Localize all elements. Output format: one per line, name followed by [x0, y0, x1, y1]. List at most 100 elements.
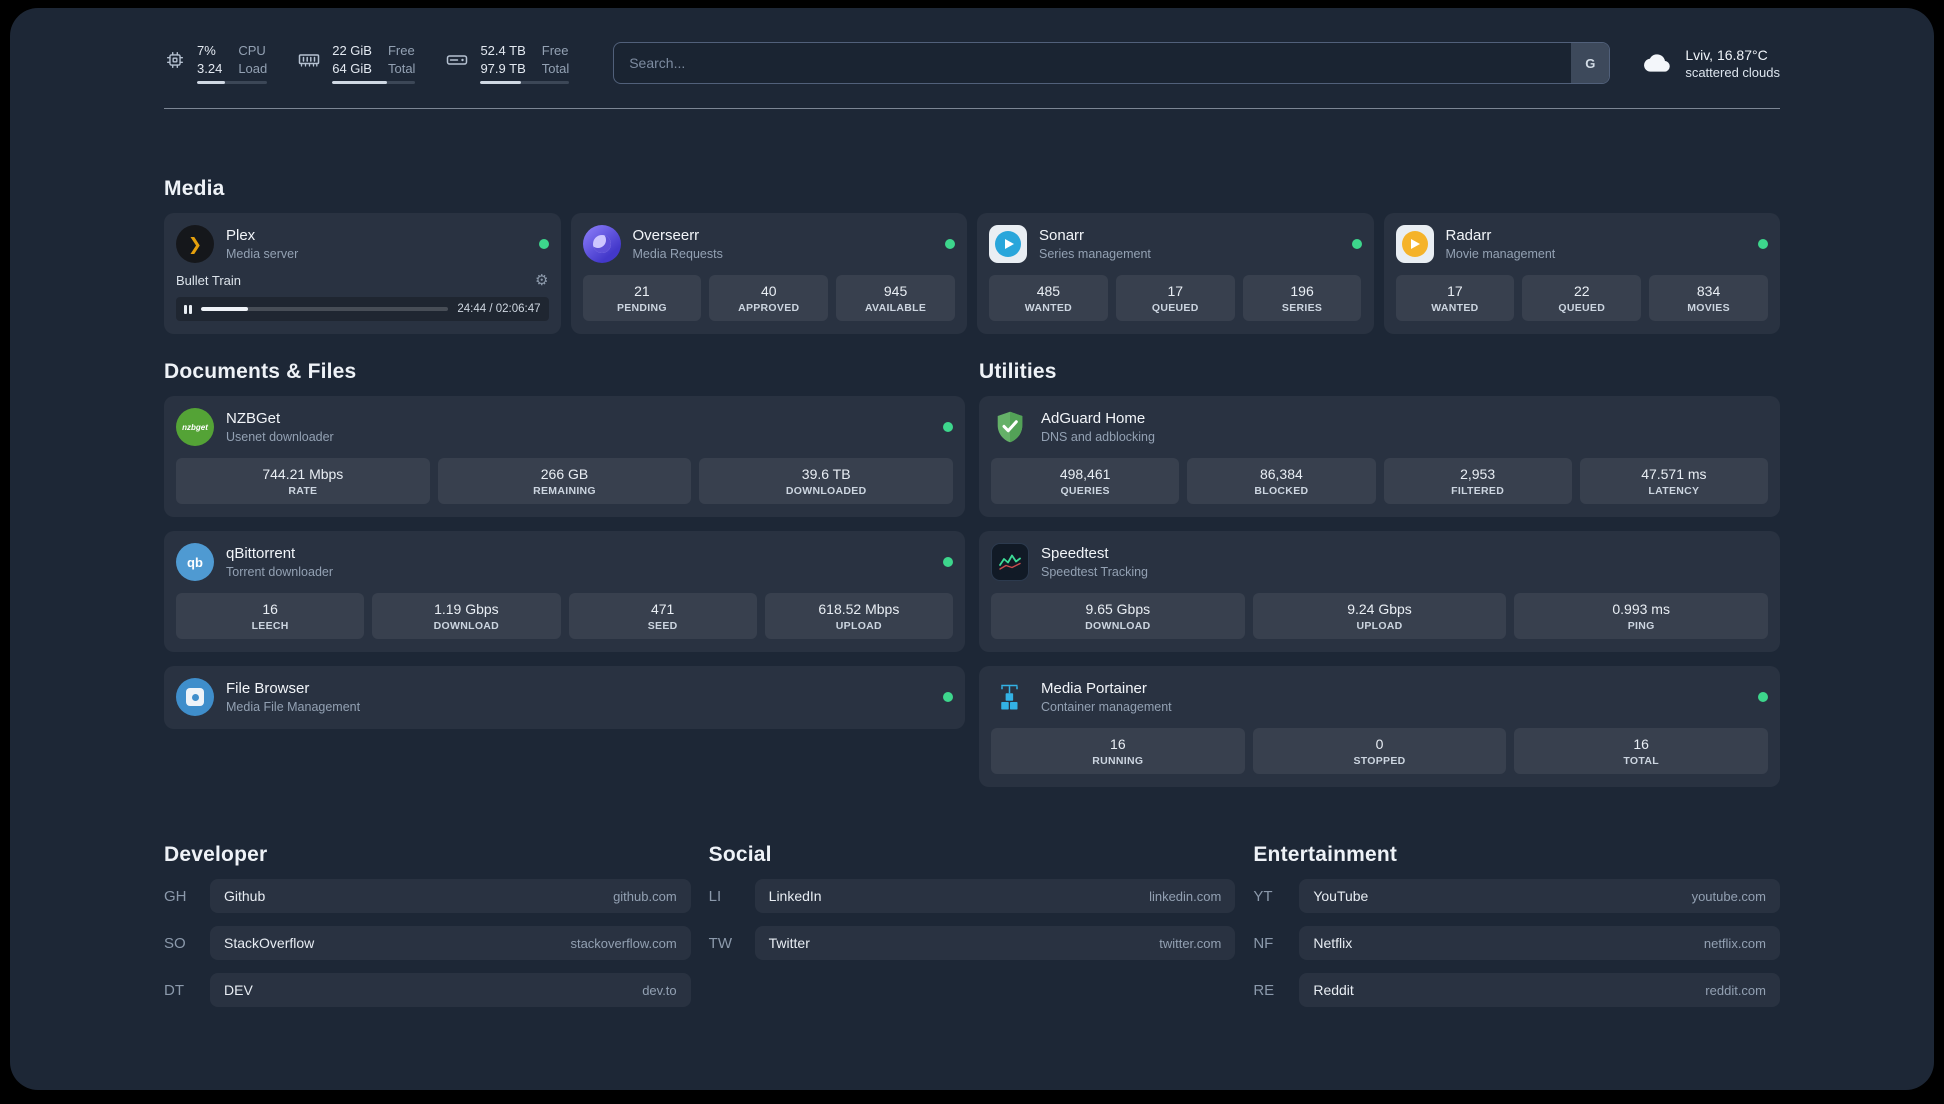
bookmark-row: RE Reddit reddit.com	[1253, 973, 1780, 1008]
service-card-portainer[interactable]: Media Portainer Container management 16 …	[979, 666, 1780, 788]
status-dot	[943, 557, 953, 568]
service-subtitle: Usenet downloader	[226, 430, 334, 445]
stat-value: 0	[1375, 736, 1384, 753]
bookmark-group-developer: Developer GH Github github.com SO StackO…	[164, 843, 691, 1020]
service-card-filebrowser[interactable]: File Browser Media File Management	[164, 666, 965, 730]
disk-usage-bar	[480, 81, 570, 85]
stat-value: 17	[1167, 283, 1184, 300]
service-card-adguard[interactable]: AdGuard Home DNS and adblocking 498,461 …	[979, 396, 1780, 518]
stat-box: 9.65 Gbps DOWNLOAD	[991, 593, 1245, 640]
service-title: Speedtest	[1041, 545, 1109, 563]
bookmark-link-dev[interactable]: DEV dev.to	[210, 973, 691, 1008]
social-heading: Social	[708, 843, 772, 867]
service-title: Overseerr	[632, 227, 700, 245]
stat-box: 0 STOPPED	[1252, 728, 1507, 775]
stat-label: WANTED	[1024, 302, 1073, 315]
service-subtitle: Series management	[1039, 247, 1151, 262]
stat-box: 471 SEED	[568, 593, 757, 640]
qbittorrent-icon: qb	[176, 543, 214, 582]
pause-icon[interactable]	[184, 304, 192, 314]
service-subtitle: Media Requests	[632, 247, 723, 262]
portainer-icon	[991, 678, 1029, 716]
disk-free-label: Free	[541, 43, 569, 58]
section-bookmarks: Developer GH Github github.com SO StackO…	[164, 843, 1780, 1050]
service-card-speedtest[interactable]: Speedtest Speedtest Tracking 9.65 Gbps D…	[979, 531, 1780, 653]
stat-label: QUERIES	[1060, 485, 1110, 498]
stat-box: 834 MOVIES	[1649, 275, 1768, 322]
stat-box: 21 PENDING	[582, 275, 702, 322]
stat-value: 744.21 Mbps	[262, 466, 344, 483]
stat-label: UPLOAD	[1356, 620, 1403, 633]
service-card-qbittorrent[interactable]: qb qBittorrent Torrent downloader 16 LEE…	[164, 531, 965, 653]
playback-progress[interactable]	[201, 307, 449, 312]
cpu-load-value: 3.24	[197, 60, 223, 76]
radarr-icon	[1395, 225, 1434, 264]
bookmark-link-youtube[interactable]: YouTube youtube.com	[1299, 879, 1780, 914]
disk-icon	[445, 42, 469, 78]
service-card-overseerr[interactable]: Overseerr Media Requests 21 PENDING 40 A…	[570, 213, 967, 335]
cloud-icon	[1640, 50, 1674, 76]
stat-value: 0.993 ms	[1612, 601, 1670, 618]
stat-box: 485 WANTED	[989, 275, 1108, 322]
bookmark-group-entertainment: Entertainment YT YouTube youtube.com NF …	[1253, 843, 1780, 1020]
cpu-widget: 7% CPU 3.24 Load	[164, 42, 268, 85]
bookmark-abbr: TW	[708, 934, 732, 952]
service-card-sonarr[interactable]: Sonarr Series management 485 WANTED 17 Q…	[977, 213, 1374, 335]
stat-box: 22 QUEUED	[1522, 275, 1642, 322]
status-dot	[943, 422, 953, 433]
search-input[interactable]	[613, 42, 1611, 85]
stat-box: 17 WANTED	[1395, 275, 1515, 322]
memory-widget: 22 GiB Free 64 GiB Total	[297, 42, 416, 85]
search-bar: G	[613, 42, 1611, 85]
bookmark-row: LI LinkedIn linkedin.com	[709, 879, 1236, 914]
stat-label: FILTERED	[1451, 485, 1505, 498]
stat-label: RUNNING	[1092, 755, 1144, 768]
bookmark-name: Github	[224, 888, 266, 905]
service-card-nzbget[interactable]: nzbget NZBGet Usenet downloader 744.21 M…	[164, 396, 965, 518]
bookmark-link-reddit[interactable]: Reddit reddit.com	[1299, 973, 1780, 1008]
bookmark-row: YT YouTube youtube.com	[1253, 879, 1780, 914]
memory-total-label: Total	[387, 60, 416, 76]
memory-icon	[297, 42, 321, 78]
bookmark-link-stackoverflow[interactable]: StackOverflow stackoverflow.com	[210, 926, 691, 961]
bookmark-link-linkedin[interactable]: LinkedIn linkedin.com	[754, 879, 1236, 914]
bookmark-abbr: GH	[164, 887, 187, 905]
stat-box: 39.6 TB DOWNLOADED	[699, 458, 954, 505]
weather-widget: Lviv, 16.87°C scattered clouds	[1640, 47, 1780, 80]
stat-box: 2,953 FILTERED	[1383, 458, 1572, 505]
stat-label: SERIES	[1281, 302, 1323, 315]
service-card-radarr[interactable]: Radarr Movie management 17 WANTED 22 QUE…	[1383, 213, 1780, 335]
stat-label: RATE	[288, 485, 318, 498]
stat-value: 22	[1573, 283, 1590, 300]
service-title: Radarr	[1445, 227, 1492, 245]
search-provider-button[interactable]: G	[1571, 43, 1610, 84]
bookmark-link-github[interactable]: Github github.com	[210, 879, 691, 914]
section-middle: Documents & Files nzbget NZBGet Usenet d…	[164, 360, 1780, 788]
sonarr-icon	[989, 225, 1027, 264]
gear-icon[interactable]: ⚙	[535, 273, 548, 288]
plex-chevron-glyph: ❯	[187, 234, 203, 254]
utilities-heading: Utilities	[979, 360, 1057, 384]
status-dot	[945, 239, 955, 250]
stat-value: 39.6 TB	[801, 466, 851, 483]
bookmark-url: linkedin.com	[1149, 888, 1222, 904]
playback-time: 24:44 / 02:06:47	[457, 303, 541, 316]
stat-value: 196	[1290, 283, 1314, 300]
disk-total-value: 97.9 TB	[480, 60, 526, 76]
disk-free-value: 52.4 TB	[480, 43, 526, 58]
service-subtitle: Torrent downloader	[226, 565, 334, 580]
nzbget-icon-label: nzbget	[182, 422, 208, 432]
service-card-plex[interactable]: ❯ Plex Media server Bullet Train ⚙ 24:44…	[164, 213, 561, 335]
dashboard: 7% CPU 3.24 Load 22 GiB Free 64 GiB Tota…	[10, 8, 1934, 1090]
speedtest-icon	[991, 543, 1029, 582]
bookmark-url: twitter.com	[1159, 935, 1222, 951]
bookmark-link-netflix[interactable]: Netflix netflix.com	[1299, 926, 1780, 961]
stat-value: 9.24 Gbps	[1347, 601, 1412, 618]
bookmark-row: NF Netflix netflix.com	[1253, 926, 1780, 961]
stat-box: 196 SERIES	[1242, 275, 1362, 322]
service-subtitle: Speedtest Tracking	[1041, 565, 1149, 580]
stat-box: 9.24 Gbps UPLOAD	[1252, 593, 1507, 640]
bookmark-link-twitter[interactable]: Twitter twitter.com	[754, 926, 1236, 961]
stat-value: 86,384	[1259, 466, 1303, 483]
cpu-usage-bar	[197, 81, 268, 85]
